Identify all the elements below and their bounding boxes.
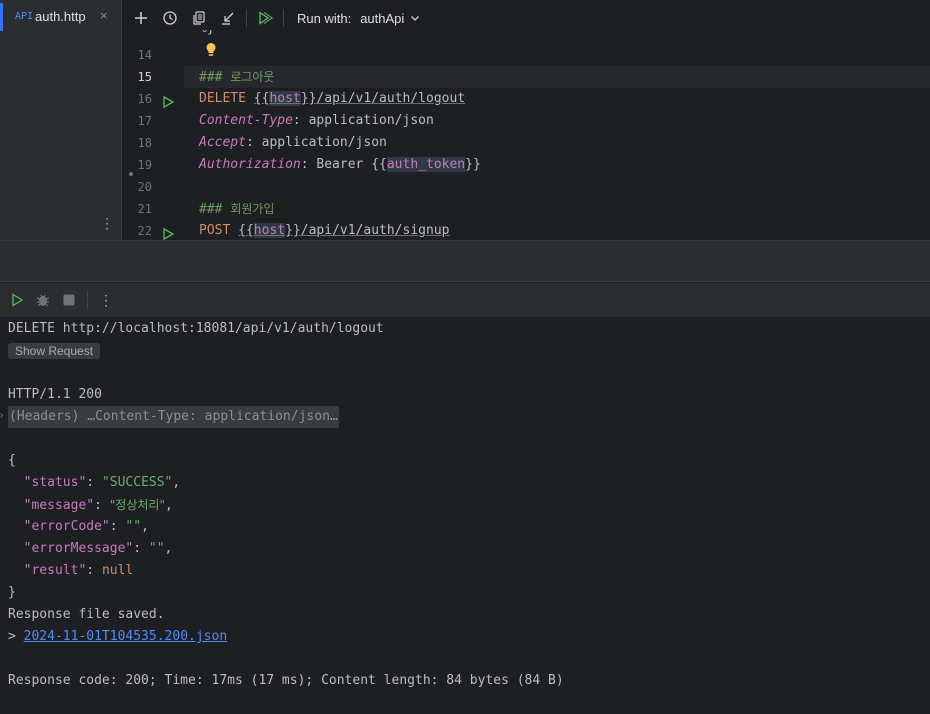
line-number: 14 xyxy=(137,48,152,62)
add-icon[interactable] xyxy=(128,5,154,31)
run-with-label: Run with: xyxy=(297,10,352,26)
headers-fold-region[interactable]: (Headers) …Content-Type: application/jso… xyxy=(8,406,339,428)
json-row: "errorCode": "", xyxy=(23,519,149,534)
code-line-partial: %} xyxy=(184,30,930,40)
import-icon[interactable] xyxy=(215,5,241,31)
show-request-button[interactable]: Show Request xyxy=(8,343,101,359)
json-row: "status": "SUCCESS", xyxy=(23,475,181,490)
more-options-icon[interactable]: ⋮ xyxy=(100,215,114,232)
line-number: 18 xyxy=(137,136,152,150)
stop-icon[interactable] xyxy=(56,287,82,313)
file-tab-auth-http[interactable]: API auth.http × xyxy=(0,0,122,34)
toolbar-separator xyxy=(87,291,88,309)
status-line: HTTP/1.1 200 xyxy=(8,387,102,402)
panel-splitter[interactable] xyxy=(0,240,930,282)
file-tabs-panel: API auth.http × ⋮ xyxy=(0,0,122,240)
response-output: DELETE http://localhost:18081/api/v1/aut… xyxy=(0,317,930,714)
code-line: ### 로그아웃 xyxy=(184,66,930,88)
code-editor[interactable]: %} ### 로그아웃 DELETE {{host}}/api/v1/auth/… xyxy=(184,30,930,240)
bookmark-dot-icon xyxy=(129,172,133,176)
response-file-link[interactable]: 2024-11-01T104535.200.json xyxy=(24,629,228,644)
code-line: DELETE {{host}}/api/v1/auth/logout xyxy=(199,91,466,106)
line-number: 15 xyxy=(137,70,152,84)
response-file-line: > 2024-11-01T104535.200.json xyxy=(8,629,228,644)
run-all-icon[interactable] xyxy=(252,5,278,31)
code-line: Content-Type: application/json xyxy=(199,113,434,128)
copy-icon[interactable] xyxy=(186,5,212,31)
code-line: ### 회원가입 xyxy=(199,202,275,217)
response-saved-text: Response file saved. xyxy=(8,607,165,622)
environment-value: authApi xyxy=(360,10,405,26)
line-number: 16 xyxy=(122,88,184,110)
json-close-brace: } xyxy=(8,585,16,600)
history-icon[interactable] xyxy=(157,5,183,31)
json-row: "message": "정상처리", xyxy=(23,498,173,513)
active-tab-indicator xyxy=(0,3,3,31)
run-with-selector[interactable]: Run with: authApi xyxy=(297,11,420,26)
api-file-icon: API xyxy=(15,11,34,22)
response-toolbar: ⋮ xyxy=(0,283,930,317)
response-summary: Response code: 200; Time: 17ms (17 ms); … xyxy=(8,673,564,688)
lightbulb-icon[interactable] xyxy=(205,42,217,62)
line-number: 22 xyxy=(122,220,184,242)
line-number: 20 xyxy=(137,180,152,194)
debug-icon[interactable] xyxy=(30,287,56,313)
toolbar-separator xyxy=(283,9,284,27)
toolbar-separator xyxy=(246,9,247,27)
editor-gutter: 14 15 16 17 18 19 20 21 22 xyxy=(122,30,184,242)
tab-filename: auth.http xyxy=(35,9,86,24)
request-line: DELETE http://localhost:18081/api/v1/aut… xyxy=(8,321,384,336)
more-options-icon[interactable]: ⋮ xyxy=(93,287,119,313)
close-tab-icon[interactable]: × xyxy=(100,8,108,23)
line-number: 21 xyxy=(137,202,152,216)
code-line: Authorization: Bearer {{auth_token}} xyxy=(199,157,481,172)
run-icon[interactable] xyxy=(4,287,30,313)
json-open-brace: { xyxy=(8,453,16,468)
fold-arrow-icon[interactable]: › xyxy=(0,410,3,421)
json-row: "result": null xyxy=(23,563,134,578)
json-row: "errorMessage": "", xyxy=(23,541,173,556)
code-line: POST {{host}}/api/v1/auth/signup xyxy=(199,223,450,238)
chevron-down-icon xyxy=(410,11,420,26)
line-number: 17 xyxy=(137,114,152,128)
code-line: Accept: application/json xyxy=(199,135,387,150)
